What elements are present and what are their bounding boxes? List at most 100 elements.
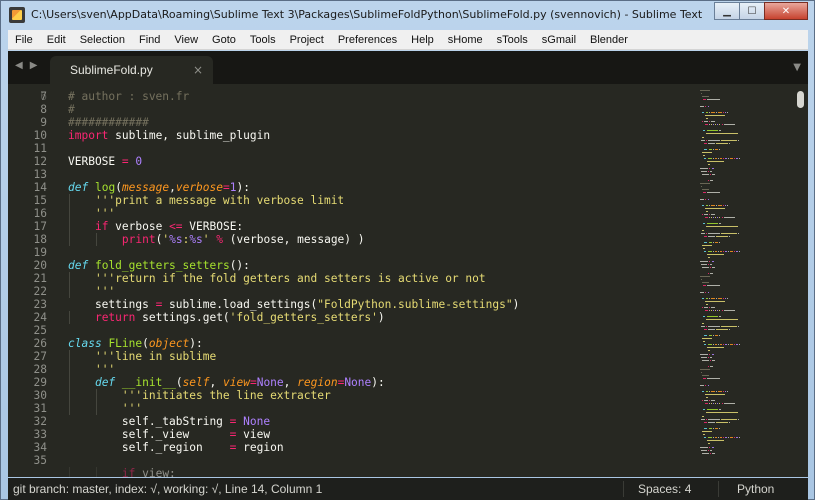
minimap-stroke <box>728 437 729 439</box>
menu-edit[interactable]: Edit <box>40 34 73 46</box>
menu-selection[interactable]: Selection <box>73 34 132 46</box>
code-token: verbose <box>175 181 223 194</box>
close-button[interactable]: ✕ <box>764 2 808 20</box>
vertical-scrollbar[interactable] <box>794 84 808 477</box>
status-divider <box>718 481 719 497</box>
minimap-stroke <box>702 111 704 113</box>
code-token: sublime.load_settings( <box>162 298 318 311</box>
code-token: = <box>249 376 257 389</box>
minimap-stroke <box>704 328 707 330</box>
minimap-stroke <box>709 204 710 206</box>
menu-bar: File Edit Selection Find View Goto Tools… <box>8 30 808 50</box>
code-token: self._region <box>68 441 230 454</box>
minimap-stroke <box>701 279 702 281</box>
code-token: # author : sven.fr <box>68 90 190 103</box>
menu-sgmail[interactable]: sGmail <box>535 34 583 46</box>
menu-preferences[interactable]: Preferences <box>331 34 404 46</box>
back-arrow-icon[interactable]: ◀ <box>15 60 23 71</box>
window-title: C:\Users\sven\AppData\Roaming\Sublime Te… <box>31 8 703 21</box>
minimap-stroke <box>709 353 710 355</box>
minimap-stroke <box>706 390 708 392</box>
minimap-stroke <box>704 148 707 150</box>
indent-guide <box>96 233 97 246</box>
editor-pane: ◀ ▶ SublimeFold.py × ▼ 6 # 7 # author : sv… <box>8 51 808 477</box>
minimap-stroke <box>719 310 720 312</box>
minimap-stroke <box>707 192 720 194</box>
minimap-stroke <box>700 291 704 293</box>
code-token: ''' <box>94 207 116 220</box>
code-line: 32 self._tabString = None <box>8 415 688 428</box>
menu-shome[interactable]: sHome <box>441 34 490 46</box>
code-text: def __init__(self, view=None, region=Non… <box>68 376 385 389</box>
minimap-stroke <box>700 198 704 200</box>
menu-find[interactable]: Find <box>132 34 167 46</box>
tab-close-icon[interactable]: × <box>193 63 203 77</box>
maximize-button[interactable]: ☐ <box>739 2 765 20</box>
minimap-stroke <box>724 310 735 312</box>
minimap-stroke <box>719 130 721 132</box>
code-token: <= <box>169 220 183 233</box>
tab-list-dropdown-icon[interactable]: ▼ <box>793 62 801 73</box>
syntax-setting[interactable]: Python <box>737 482 774 496</box>
minimap-stroke <box>715 403 716 405</box>
menu-view[interactable]: View <box>167 34 205 46</box>
minimap-stroke <box>702 173 709 175</box>
code-token: None <box>243 415 271 428</box>
minimap-stroke <box>710 263 712 265</box>
code-token: self._view <box>68 428 230 441</box>
menu-stools[interactable]: sTools <box>490 34 535 46</box>
code-token: __init__ <box>121 376 176 389</box>
indent-guide <box>69 363 70 376</box>
minimap-stroke <box>707 161 724 163</box>
indent-guide <box>96 402 97 415</box>
minimap-stroke <box>705 207 725 209</box>
minimap-stroke <box>709 124 710 126</box>
menu-goto[interactable]: Goto <box>205 34 243 46</box>
minimap-stroke <box>708 365 709 367</box>
minimap[interactable] <box>688 84 793 477</box>
line-number: 25 <box>33 324 47 337</box>
code-view[interactable]: 6 # 7 # author : sven.fr 8 #9 ############ 10 i… <box>8 84 688 477</box>
minimap-stroke <box>705 393 725 395</box>
title-bar[interactable]: C:\Users\sven\AppData\Roaming\Sublime Te… <box>1 1 814 29</box>
line-number: 31 <box>33 402 47 415</box>
tab-sublimefold[interactable]: SublimeFold.py × <box>50 56 213 84</box>
menu-file[interactable]: File <box>8 34 40 46</box>
code-token: import <box>68 129 109 142</box>
minimap-stroke <box>700 260 708 262</box>
minimap-stroke <box>703 316 705 318</box>
menu-tools[interactable]: Tools <box>243 34 283 46</box>
minimap-stroke <box>700 353 708 355</box>
menu-blender[interactable]: Blender <box>583 34 635 46</box>
minimap-stroke <box>725 390 726 392</box>
menu-help[interactable]: Help <box>404 34 441 46</box>
minimize-button[interactable]: ▁ <box>714 2 740 20</box>
minimap-stroke <box>715 310 716 312</box>
minimap-stroke <box>706 111 708 113</box>
minimap-stroke <box>704 251 706 253</box>
forward-arrow-icon[interactable]: ▶ <box>30 60 38 71</box>
minimap-stroke <box>719 217 720 219</box>
minimap-stroke <box>707 347 724 349</box>
minimap-stroke <box>705 124 708 126</box>
indentation-setting[interactable]: Spaces: 4 <box>638 482 691 496</box>
minimap-stroke <box>708 449 709 451</box>
minimap-stroke <box>719 316 721 318</box>
scrollbar-thumb[interactable] <box>797 91 804 108</box>
code-token: VERBOSE: <box>182 220 244 233</box>
code-text: self._region = region <box>68 441 284 454</box>
minimap-stroke <box>718 251 719 253</box>
code-line: 7 # author : sven.fr <box>8 90 688 103</box>
minimap-stroke <box>723 204 724 206</box>
minimap-stroke <box>729 328 730 330</box>
minimap-stroke <box>713 148 714 150</box>
line-number: 14 <box>33 181 47 194</box>
minimap-stroke <box>720 344 722 346</box>
code-line: 28 ''' <box>8 363 688 376</box>
minimap-stroke <box>701 418 705 420</box>
menu-project[interactable]: Project <box>283 34 331 46</box>
